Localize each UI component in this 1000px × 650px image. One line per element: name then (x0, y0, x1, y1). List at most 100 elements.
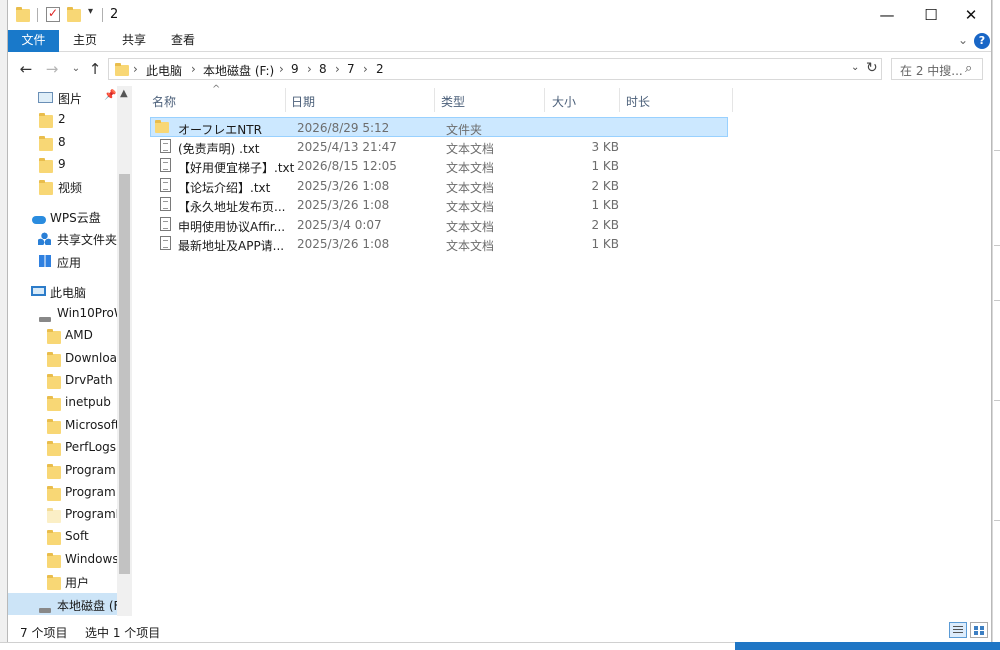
close-button[interactable]: ✕ (948, 0, 994, 30)
nav-pane-scrollbar[interactable]: ▲ (117, 86, 132, 616)
help-icon[interactable]: ? (974, 33, 990, 49)
desktop-background-right (992, 0, 1000, 650)
file-date: 2026/8/15 12:05 (297, 159, 397, 173)
nav-item-folder[interactable]: AMD (8, 324, 117, 346)
column-headers: 名称 ^ 日期 类型 大小 时长 (132, 84, 991, 112)
column-header-type[interactable]: 类型 (441, 93, 465, 110)
nav-item-wps-cloud[interactable]: WPS云盘 (8, 205, 117, 227)
nav-item-label: 应用 (57, 256, 82, 270)
nav-item-folder[interactable]: Download (8, 347, 117, 369)
address-bar[interactable]: › 此电脑 › 本地磁盘 (F:) › 9 › 8 › 7 › 2 ⌄ ↻ (108, 58, 882, 80)
nav-item-folder[interactable]: 用户 (8, 570, 117, 592)
file-row[interactable]: 【永久地址发布页... 2025/3/26 1:08 文本文档 1 KB (150, 195, 728, 215)
column-header-size[interactable]: 大小 (552, 93, 576, 110)
nav-item-this-pc[interactable]: 此电脑 (8, 280, 117, 302)
scrollbar-thumb[interactable] (119, 174, 130, 574)
forward-button[interactable]: → (42, 60, 62, 78)
folder-icon (47, 508, 61, 525)
expand-ribbon-chevron-icon[interactable]: ⌄ (958, 33, 968, 47)
up-button[interactable]: ↑ (85, 60, 105, 78)
nav-item-folder[interactable]: Program (8, 481, 117, 503)
status-bar: 7 个项目 选中 1 个项目 (8, 616, 991, 642)
column-divider[interactable] (434, 88, 435, 112)
column-header-duration[interactable]: 时长 (626, 93, 650, 110)
details-view-button[interactable] (949, 622, 967, 638)
nav-item-folder[interactable]: PerfLogs (8, 436, 117, 458)
breadcrumb-drive-f[interactable]: 本地磁盘 (F:) (203, 62, 274, 79)
text-file-icon (160, 158, 171, 172)
nav-item-folder[interactable]: DrvPath (8, 369, 117, 391)
folder-icon (47, 329, 61, 346)
column-header-name[interactable]: 名称 (152, 93, 176, 110)
file-size: 2 KB (591, 179, 619, 193)
breadcrumb-7[interactable]: 7 (347, 62, 355, 76)
search-input[interactable]: 在 2 中搜... (900, 62, 963, 79)
tab-view[interactable]: 查看 (161, 30, 205, 52)
file-type: 文本文档 (446, 200, 495, 214)
file-row[interactable]: 最新地址及APP请... 2025/3/26 1:08 文本文档 1 KB (150, 234, 728, 254)
folder-icon (47, 352, 61, 369)
nav-item-folder-9[interactable]: 9 (8, 153, 117, 175)
nav-item-shared-folder[interactable]: 共享文件夹 (8, 227, 117, 249)
column-header-date[interactable]: 日期 (291, 93, 315, 110)
nav-item-drive-c[interactable]: Win10ProW (8, 302, 117, 324)
address-history-dropdown-icon[interactable]: ⌄ (851, 62, 859, 73)
back-button[interactable]: ← (16, 60, 36, 78)
breadcrumb-2[interactable]: 2 (376, 62, 384, 76)
pin-icon[interactable]: 📌 (104, 90, 116, 101)
column-divider[interactable] (285, 88, 286, 112)
column-divider[interactable] (619, 88, 620, 112)
tab-home[interactable]: 主页 (63, 30, 107, 52)
column-divider[interactable] (732, 88, 733, 112)
nav-item-label: WPS云盘 (50, 211, 101, 225)
folder-icon (47, 374, 61, 391)
breadcrumb-this-pc[interactable]: 此电脑 (146, 62, 182, 79)
breadcrumb-separator[interactable]: › (363, 62, 368, 76)
file-name: オーフレエNTR (178, 123, 262, 137)
nav-item-folder[interactable]: ProgramD (8, 503, 117, 525)
column-divider[interactable] (544, 88, 545, 112)
recent-locations-chevron-icon[interactable]: ⌄ (66, 60, 86, 78)
file-row[interactable]: 申明使用协议Affir... 2025/3/4 0:07 文本文档 2 KB (150, 215, 728, 235)
file-row[interactable]: 【论坛介绍】.txt 2025/3/26 1:08 文本文档 2 KB (150, 176, 728, 196)
customize-quick-access-dropdown-icon[interactable]: ▾ (88, 6, 93, 17)
file-row[interactable]: 【好用便宜梯子】.txt 2026/8/15 12:05 文本文档 1 KB (150, 156, 728, 176)
file-name: 【论坛介绍】.txt (178, 181, 271, 195)
nav-item-folder-8[interactable]: 8 (8, 131, 117, 153)
minimize-button[interactable]: — (864, 0, 910, 30)
search-box[interactable]: 在 2 中搜... ⌕ (891, 58, 983, 80)
nav-item-folder[interactable]: Windows (8, 548, 117, 570)
new-folder-icon[interactable] (67, 6, 81, 24)
sort-ascending-icon: ^ (212, 84, 221, 95)
folder-icon (47, 464, 61, 481)
nav-item-apps[interactable]: 应用 (8, 250, 117, 272)
breadcrumb-separator[interactable]: › (191, 62, 196, 76)
nav-item-folder[interactable]: Program (8, 459, 117, 481)
nav-item-pictures[interactable]: 图片 📌 (8, 86, 117, 108)
breadcrumb-separator[interactable]: › (307, 62, 312, 76)
scroll-up-arrow-icon[interactable]: ▲ (120, 88, 128, 99)
nav-item-videos[interactable]: 视频 (8, 175, 117, 197)
window-title: 2 (110, 7, 119, 22)
file-row[interactable]: (免责声明) .txt 2025/4/13 21:47 文本文档 3 KB (150, 137, 728, 157)
tab-file[interactable]: 文件 (8, 30, 59, 52)
properties-icon[interactable] (46, 6, 60, 22)
nav-item-folder[interactable]: Soft (8, 525, 117, 547)
file-date: 2025/3/26 1:08 (297, 179, 390, 193)
file-size: 1 KB (591, 159, 619, 173)
tab-share[interactable]: 共享 (112, 30, 156, 52)
file-size: 1 KB (591, 198, 619, 212)
text-file-icon (160, 139, 171, 153)
breadcrumb-8[interactable]: 8 (319, 62, 327, 76)
nav-item-folder[interactable]: Microsoft (8, 414, 117, 436)
refresh-icon[interactable]: ↻ (866, 60, 878, 76)
breadcrumb-separator[interactable]: › (279, 62, 284, 76)
nav-item-drive-f[interactable]: 本地磁盘 (F (8, 593, 117, 615)
file-row[interactable]: オーフレエNTR 2026/8/29 5:12 文件夹 (150, 117, 728, 137)
nav-item-folder-2[interactable]: 2 (8, 108, 117, 130)
large-icons-view-button[interactable] (970, 622, 988, 638)
breadcrumb-separator[interactable]: › (335, 62, 340, 76)
nav-item-folder[interactable]: inetpub (8, 391, 117, 413)
breadcrumb-separator[interactable]: › (133, 62, 138, 76)
breadcrumb-9[interactable]: 9 (291, 62, 299, 76)
